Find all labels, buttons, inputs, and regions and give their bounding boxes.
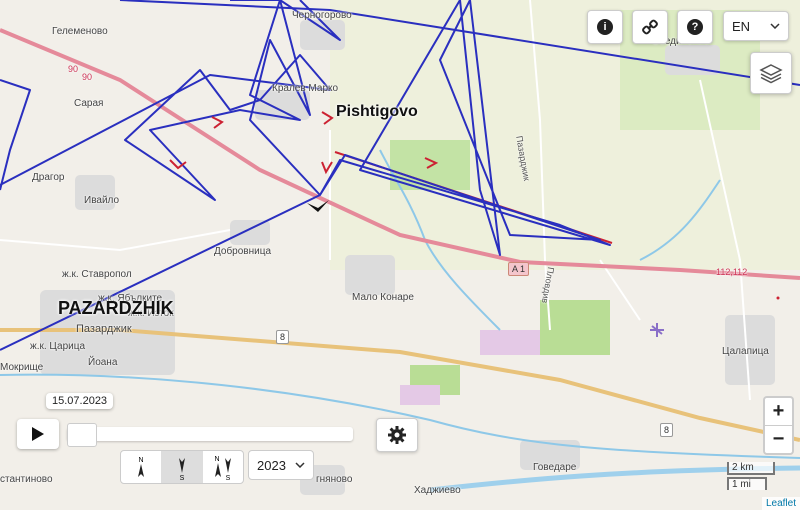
place-label: Ивайло xyxy=(84,195,120,206)
playback-bar xyxy=(17,419,357,449)
scale-km: 2 km xyxy=(727,462,775,475)
road-shield-8: 8 xyxy=(660,423,674,437)
date-tooltip: 15.07.2023 xyxy=(46,393,114,409)
play-icon xyxy=(32,427,44,441)
south-arrow-icon: S xyxy=(179,458,185,481)
place-label: Черногорово xyxy=(292,10,352,21)
scale-mi: 1 mi xyxy=(727,477,767,490)
place-label: гняново xyxy=(316,474,353,485)
svg-text:N: N xyxy=(138,457,143,464)
place-label-pazardzhik: PAZARDZHIK xyxy=(58,298,174,318)
chevron-down-icon xyxy=(770,23,780,29)
place-label: ж.к. Ставропол xyxy=(62,269,132,280)
zoom-out-button[interactable]: − xyxy=(765,426,792,453)
layers-icon xyxy=(759,64,783,84)
language-value: EN xyxy=(732,18,751,34)
orientation-toggle: N S N S xyxy=(120,450,244,484)
place-label: ж.к. Царица xyxy=(30,341,86,352)
svg-text:S: S xyxy=(180,475,185,481)
svg-text:N: N xyxy=(214,456,219,463)
year-select[interactable]: 2023 xyxy=(248,450,314,480)
orientation-north-button[interactable]: N xyxy=(121,451,162,483)
link-icon xyxy=(642,19,658,35)
place-label: Кралев Марко xyxy=(272,83,339,94)
share-link-button[interactable] xyxy=(632,10,668,44)
road-shield-8: 8 xyxy=(276,330,290,344)
road-shield-a1: A 1 xyxy=(508,262,530,276)
play-button[interactable] xyxy=(17,419,59,449)
place-label: Пазарджик xyxy=(76,323,132,335)
road-number: 90 xyxy=(82,72,93,82)
place-label: Хаджиево xyxy=(414,485,461,496)
layers-button[interactable] xyxy=(750,52,792,94)
timeline-slider[interactable] xyxy=(67,423,353,447)
help-icon: ? xyxy=(687,19,703,35)
road-number: 112,112 xyxy=(716,267,748,277)
north-arrow-icon: N xyxy=(138,457,144,477)
place-label: Гелеменово xyxy=(52,26,108,37)
year-value: 2023 xyxy=(257,457,286,473)
zoom-in-button[interactable]: + xyxy=(765,398,792,426)
orientation-south-button[interactable]: S xyxy=(162,451,203,483)
place-label: стантиново xyxy=(0,474,53,485)
north-south-arrow-icon: N S xyxy=(214,456,231,481)
info-button[interactable]: i xyxy=(587,10,623,44)
place-label-pishtigovo: Pishtigovo xyxy=(336,103,418,120)
place-label: Сарая xyxy=(74,98,104,109)
svg-text:S: S xyxy=(226,475,231,481)
airport-icon xyxy=(650,323,664,337)
road-number: 90 xyxy=(68,64,79,74)
settings-button[interactable] xyxy=(376,418,418,452)
place-label: Мокрище xyxy=(0,362,44,373)
gear-icon xyxy=(388,426,406,444)
orientation-both-button[interactable]: N S xyxy=(203,451,243,483)
chevron-down-icon xyxy=(295,462,305,468)
place-label: Драгор xyxy=(32,172,65,183)
place-label: Цалапица xyxy=(722,346,769,357)
zoom-control: + − xyxy=(763,396,794,455)
attribution-link[interactable]: Leaflet xyxy=(761,497,800,510)
map-canvas[interactable]: Гелеменово Черногорово Сарая Кралев Марк… xyxy=(0,0,800,510)
help-button[interactable]: ? xyxy=(677,10,713,44)
language-select[interactable]: EN xyxy=(723,11,789,41)
place-label: Говедаре xyxy=(533,462,577,473)
place-label: Мало Конаре xyxy=(352,292,414,303)
scale-bar: 2 km 1 mi xyxy=(727,462,775,490)
place-label: Добровница xyxy=(214,246,272,257)
timeline-thumb[interactable] xyxy=(67,423,97,447)
info-icon: i xyxy=(597,19,613,35)
place-label: Йоана xyxy=(88,357,118,368)
